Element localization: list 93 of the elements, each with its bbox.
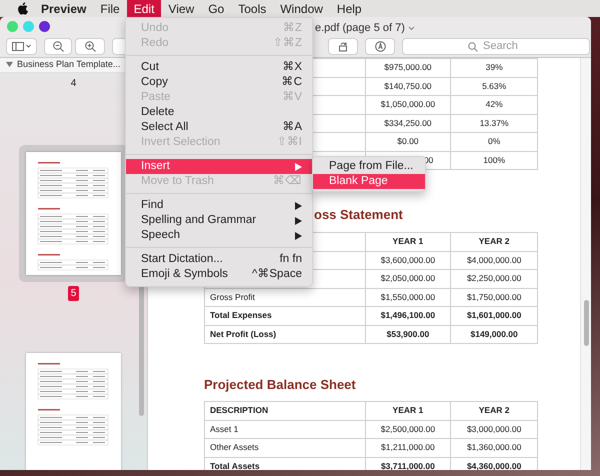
section-heading: Projected Balance Sheet [204,376,356,394]
table-cell: 13.37% [480,116,509,130]
table-cell: $1,496,100.00 [380,309,436,322]
menu-bar-item[interactable]: File [93,0,127,17]
menu-item[interactable]: Page from File... [313,159,425,174]
table-cell: Asset 1 [210,422,238,436]
menu-item[interactable]: Cut ⌘X [126,60,312,75]
menu-bar-item[interactable]: Help [330,0,369,17]
sidebar-icon [12,42,24,51]
zoom-in-icon [84,40,96,52]
table-cell: Other Assets [210,441,259,454]
zoom-out-button[interactable] [44,38,72,55]
table-cell: $1,750,000.00 [466,290,522,304]
page-number: 5 [68,286,80,300]
table-cell: $4,000,000.00 [466,254,522,267]
page-number: 4 [70,76,78,90]
menu-item[interactable]: Spelling and Grammar [126,213,312,228]
table-cell: YEAR 2 [478,404,510,418]
search-field[interactable]: Search [402,38,590,55]
table-cell: 39% [486,61,503,74]
table-cell: $4,360,000.00 [466,460,522,470]
table-cell: YEAR 1 [392,404,424,418]
table-cell: $3,711,000.00 [380,460,435,470]
table-cell: $140,750.00 [384,80,432,93]
keyboard-shortcut: ⌘⌫ [273,174,302,189]
markup-button[interactable] [365,38,395,55]
menu-bar-item[interactable]: Window [273,0,330,17]
table-cell: $1,601,000.00 [466,309,522,322]
table-cell: Gross Profit [210,290,255,304]
table-cell: $1,550,000.00 [380,290,436,304]
table-cell: $149,000.00 [470,328,518,341]
menu-item[interactable]: Copy ⌘C [126,75,312,90]
table-cell: 42% [486,98,503,112]
table-cell: $2,050,000.00 [380,272,436,286]
menu-bar-item[interactable]: View [161,0,202,17]
window-title: e.pdf (page 5 of 7) [315,21,405,36]
menu-item[interactable]: Delete [126,105,312,120]
table-cell: $975,000.00 [384,61,432,74]
table-cell: DESCRIPTION [210,404,268,418]
keyboard-shortcut: ⇧⌘Z [272,36,302,51]
rotate-icon [338,40,348,52]
table-cell: Total Assets [210,460,260,470]
table-cell: $2,500,000.00 [380,422,436,436]
table-cell: 100% [483,154,506,167]
table-cell: $1,211,000.00 [381,441,435,454]
table-cell: YEAR 1 [392,235,424,248]
keyboard-shortcut: ⌘Z [282,20,302,36]
chevron-down-icon [26,44,31,48]
sidebar-group-title: Business Plan Template... [17,58,120,71]
menu-item[interactable]: Find [126,198,312,213]
table-cell: $3,000,000.00 [466,422,522,436]
rotate-button[interactable] [328,38,358,55]
zoom-in-button[interactable] [75,38,105,55]
app-menu[interactable]: Preview [34,0,94,17]
menu-item[interactable]: Emoji & Symbols ^⌘Space [126,267,312,282]
zoom-button[interactable] [39,20,50,32]
keyboard-shortcut: ⌘V [282,90,302,105]
table-cell: $53,900.00 [386,328,430,341]
scrollbar-thumb[interactable] [584,300,589,346]
table-cell: $1,050,000.00 [380,98,436,112]
keyboard-shortcut: ⌘C [282,74,302,90]
page-thumbnail[interactable] [19,144,128,282]
menu-item[interactable]: Start Dictation... fn fn [126,252,312,267]
menu-item[interactable]: Select All ⌘A [126,120,312,135]
table-cell: $0.00 [397,135,419,148]
menu-bar-item[interactable]: Tools [231,0,274,17]
table-cell: Total Expenses [210,309,272,322]
menu-item[interactable]: Blank Page [313,174,425,189]
table-cell: 5.63% [482,80,506,93]
table-cell: YEAR 2 [478,235,510,248]
keyboard-shortcut: ⌘A [282,120,302,135]
apple-logo-icon[interactable] [17,2,28,15]
keyboard-shortcut: fn fn [280,252,302,267]
table-cell: $3,600,000.00 [380,254,436,267]
search-icon [468,42,478,52]
section-heading: oss Statement [314,206,403,224]
menu-bar-item[interactable]: Go [201,0,232,17]
table-cell: Net Profit (Loss) [210,328,276,341]
table-cell: $2,250,000.00 [466,272,522,286]
zoom-out-icon [52,40,64,52]
keyboard-shortcut: ^⌘Space [252,266,302,282]
table-cell: 0% [488,135,500,148]
menu-item[interactable]: Insert [126,159,312,174]
chevron-down-icon[interactable] [408,26,415,31]
sidebar-toggle-button[interactable] [6,38,37,55]
keyboard-shortcut: ⇧⌘I [276,134,302,150]
menu-item[interactable]: Speech [126,228,312,243]
table-cell: $334,250.00 [384,116,432,130]
keyboard-shortcut: ⌘X [282,60,302,75]
disclosure-triangle-icon[interactable] [6,61,13,68]
menu-bar-item[interactable]: Edit [126,0,162,17]
table-cell: $1,360,000.00 [466,441,522,454]
pen-circle-icon [374,40,386,52]
